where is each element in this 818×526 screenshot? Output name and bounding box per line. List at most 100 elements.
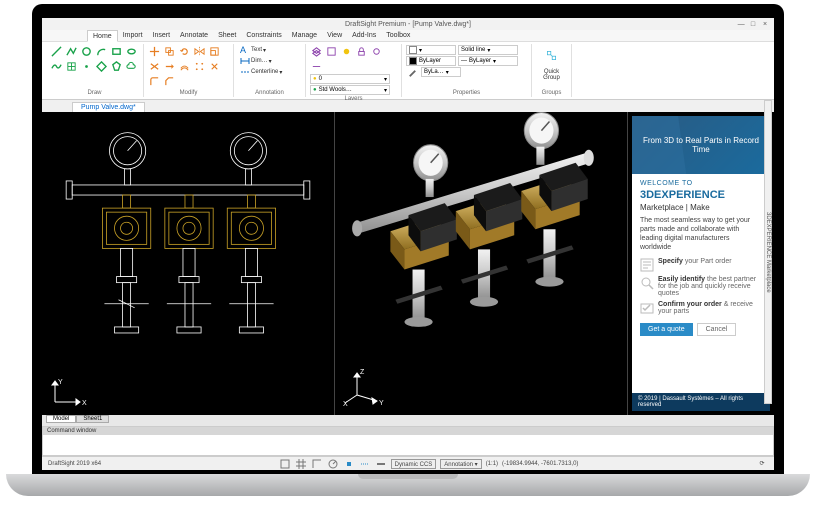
trim-icon[interactable] (148, 60, 161, 73)
ribbon-group-label: Modify (148, 90, 229, 96)
layer-freeze-icon[interactable] (340, 45, 353, 58)
color2-select[interactable]: ByLayer (406, 56, 456, 66)
ribbon-group-label: Groups (536, 90, 567, 96)
status-etrack-icon[interactable] (359, 458, 371, 470)
fillet-icon[interactable] (148, 75, 161, 88)
panel-description: The most seamless way to get your parts … (640, 216, 762, 252)
quick-group-button[interactable]: Quick Group (536, 69, 567, 81)
get-quote-button[interactable]: Get a quote (640, 323, 693, 336)
document-tabs: Pump Valve.dwg* (42, 100, 774, 112)
rect-icon[interactable] (110, 45, 123, 58)
color-select[interactable]: ▾ (406, 45, 456, 55)
panel-banner: From 3D to Real Parts in Record Time (632, 116, 770, 174)
viewport-3d[interactable]: Z X Y (335, 112, 628, 415)
svg-text:X: X (82, 400, 87, 407)
chamfer-icon[interactable] (163, 75, 176, 88)
shape-icon[interactable] (110, 60, 123, 73)
application-window: DraftSight Premium - [Pump Valve.dwg*] —… (42, 18, 774, 470)
window-title: DraftSight Premium - [Pump Valve.dwg*] (345, 21, 471, 28)
status-lwt-icon[interactable] (375, 458, 387, 470)
array-icon[interactable] (193, 60, 206, 73)
minimize-button[interactable]: — (736, 21, 746, 28)
circle-icon[interactable] (80, 45, 93, 58)
panel-footer: © 2019 | Dassault Systèmes – All rights … (632, 393, 770, 411)
ellipse-icon[interactable] (125, 45, 138, 58)
menu-tab-toolbox[interactable]: Toolbox (381, 30, 415, 42)
scale-icon[interactable] (208, 45, 221, 58)
offset-icon[interactable] (178, 60, 191, 73)
status-polar-icon[interactable] (327, 458, 339, 470)
ribbon-group-annotation: AText ▾ Dim… ▾ Centerline ▾ Annotation (234, 44, 306, 97)
mirror-icon[interactable] (193, 45, 206, 58)
marketplace-panel: From 3D to Real Parts in Record Time WEL… (632, 116, 770, 411)
status-dynamic-button[interactable]: Dynamic CCS (391, 459, 437, 469)
line-icon[interactable] (50, 45, 63, 58)
status-product: DraftSight 2019 x64 (48, 461, 101, 467)
status-snap-icon[interactable] (279, 458, 291, 470)
layer-state-icon[interactable] (325, 45, 338, 58)
dimension-button[interactable]: Dim… ▾ (238, 56, 301, 66)
status-ortho-icon[interactable] (311, 458, 323, 470)
ribbon-group-label: Annotation (238, 90, 301, 96)
laptop-base (6, 474, 810, 496)
viewport-2d[interactable]: X Y (42, 112, 335, 415)
hatch-icon[interactable] (65, 60, 78, 73)
match-prop-icon[interactable] (406, 67, 419, 80)
menu-tab-annotate[interactable]: Annotate (175, 30, 213, 42)
tab-model[interactable]: Model (46, 415, 76, 423)
layer-iso-icon[interactable] (310, 60, 323, 73)
panel-title: 3DEXPERIENCE (640, 189, 762, 201)
explode-icon[interactable] (208, 60, 221, 73)
command-window[interactable]: Command window (42, 426, 774, 456)
status-annotation-button[interactable]: Annotation ▾ (440, 459, 481, 469)
screen-bezel: DraftSight Premium - [Pump Valve.dwg*] —… (32, 4, 784, 476)
document-tab[interactable]: Pump Valve.dwg* (72, 102, 145, 112)
text-button[interactable]: AText ▾ (238, 45, 301, 55)
move-icon[interactable] (148, 45, 161, 58)
linetype-select[interactable]: Solid line ▾ (458, 45, 518, 55)
ribbon-group-properties: ▾ Solid line ▾ ByLayer — ByLayer ▾ ByLa…… (402, 44, 532, 97)
tab-sheet1[interactable]: Sheet1 (76, 415, 109, 423)
layer-off-icon[interactable] (370, 45, 383, 58)
ribbon-group-label: Draw (50, 90, 139, 96)
svg-text:Z: Z (360, 369, 365, 376)
extend-icon[interactable] (163, 60, 176, 73)
plot-style-select[interactable]: ByLa… ▾ (421, 67, 461, 77)
status-grid-icon[interactable] (295, 458, 307, 470)
arc-icon[interactable] (95, 45, 108, 58)
work-area: X Y (42, 112, 774, 415)
centerline-button[interactable]: Centerline ▾ (238, 67, 301, 77)
menu-tab-manage[interactable]: Manage (287, 30, 322, 42)
quick-group-icon[interactable] (542, 45, 562, 65)
menu-tab-insert[interactable]: Insert (148, 30, 176, 42)
panel-welcome: WELCOME TO (640, 180, 762, 187)
copy-icon[interactable] (163, 45, 176, 58)
maximize-button[interactable]: □ (748, 21, 758, 28)
ribbon-group-layers: ●0▾ ● Std Wools… ▾ Layers (306, 44, 402, 97)
status-refresh-icon[interactable]: ⟳ (756, 458, 768, 470)
menu-tab-view[interactable]: View (322, 30, 347, 42)
menu-tab-constraints[interactable]: Constraints (241, 30, 286, 42)
point-icon[interactable] (80, 60, 93, 73)
spline-icon[interactable] (50, 60, 63, 73)
svg-text:Y: Y (58, 379, 63, 386)
status-esnap-icon[interactable] (343, 458, 355, 470)
status-coords: (-19834.9944, -7601.7313,0) (502, 461, 578, 467)
svg-text:X: X (343, 401, 348, 407)
lineweight-select[interactable]: — ByLayer ▾ (458, 56, 518, 66)
menu-tab-sheet[interactable]: Sheet (213, 30, 241, 42)
cloud-icon[interactable] (125, 60, 138, 73)
menu-tab-home[interactable]: Home (87, 30, 118, 42)
layer-lock-icon[interactable] (355, 45, 368, 58)
region-icon[interactable] (95, 60, 108, 73)
rotate-icon[interactable] (178, 45, 191, 58)
polyline-icon[interactable] (65, 45, 78, 58)
layer-manager-icon[interactable] (310, 45, 323, 58)
menu-tab-addins[interactable]: Add-Ins (347, 30, 381, 42)
layer-state-select[interactable]: ● Std Wools… ▾ (310, 85, 390, 95)
close-button[interactable]: × (760, 21, 770, 28)
menu-tab-import[interactable]: Import (118, 30, 148, 42)
identify-icon (640, 276, 654, 290)
layer-select[interactable]: ●0▾ (310, 74, 390, 84)
cancel-button[interactable]: Cancel (697, 323, 737, 336)
